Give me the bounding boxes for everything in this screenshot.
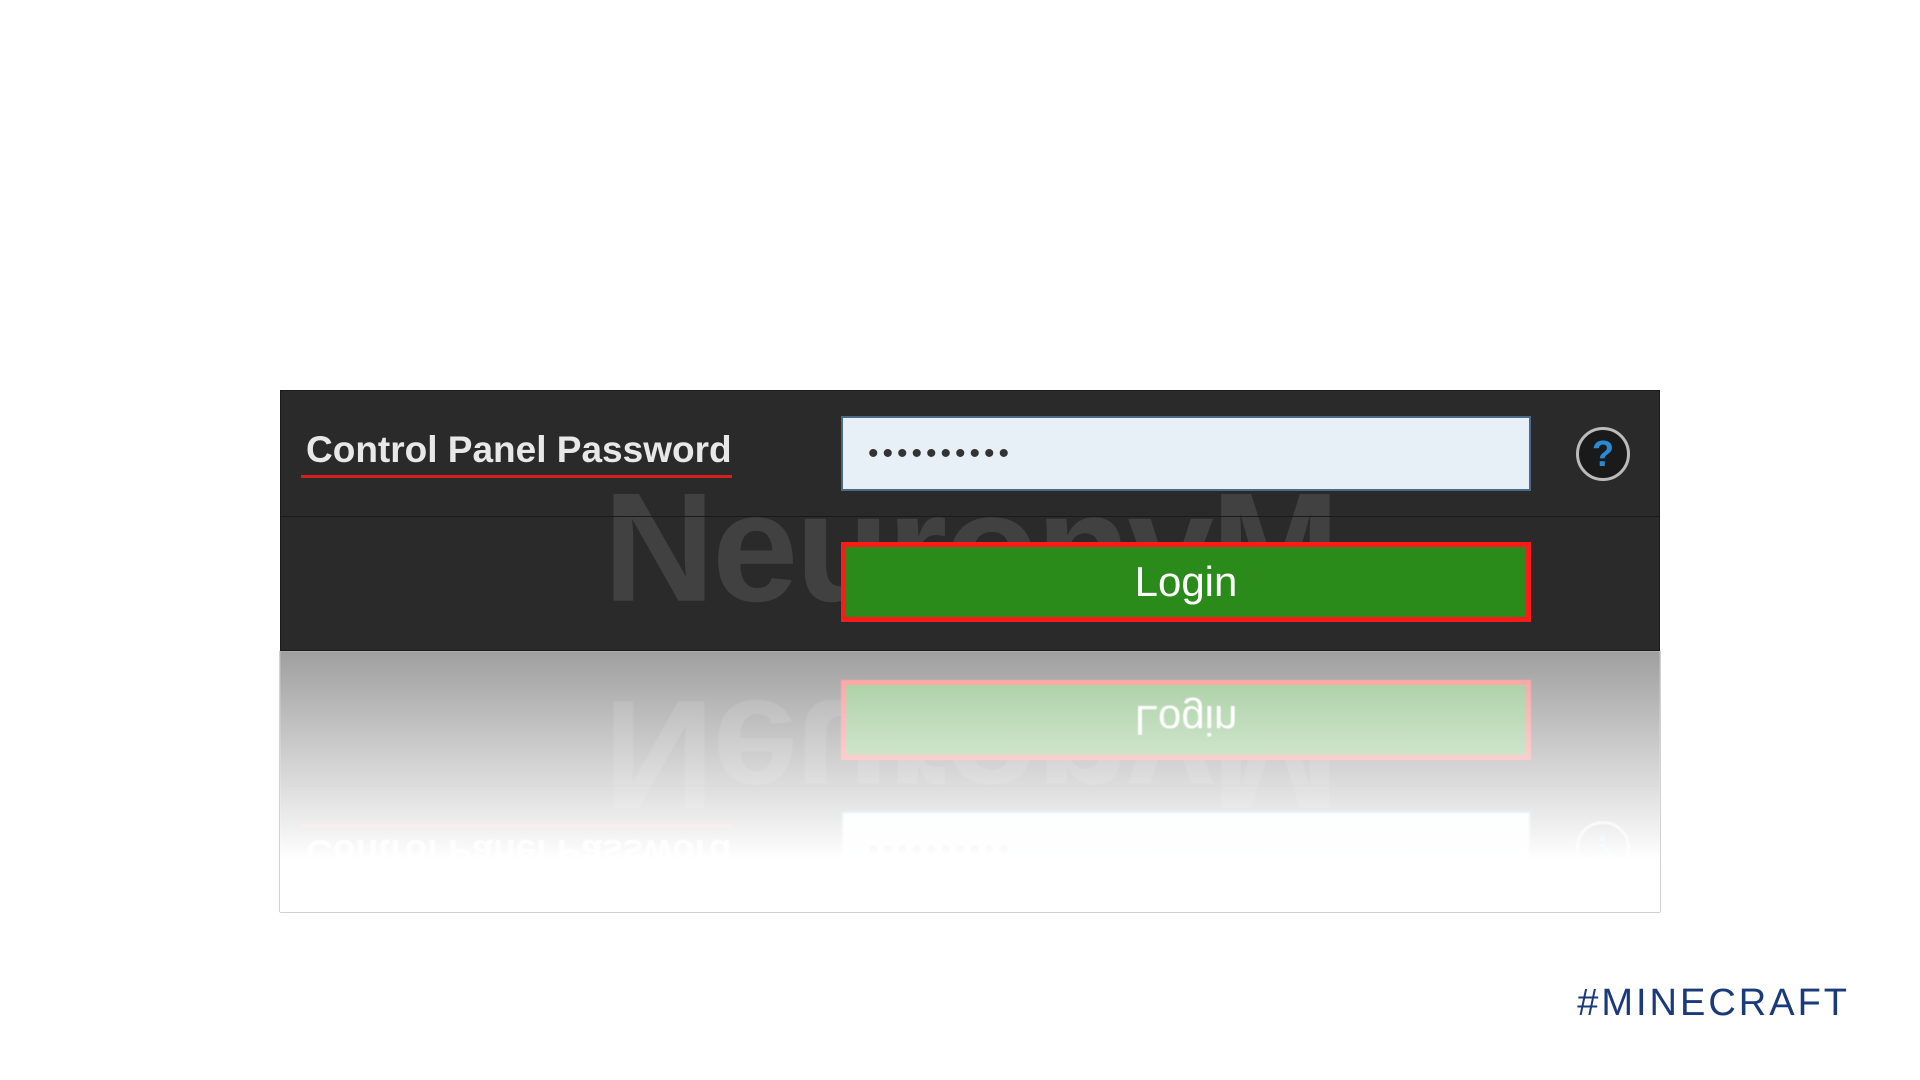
login-panel: NeuronvM Control Panel Password ? Login <box>280 390 1660 651</box>
question-mark-icon: ? <box>1592 436 1614 472</box>
hashtag-text: #MINECRAFT <box>1577 982 1850 1025</box>
login-button-label: Login <box>1135 558 1238 606</box>
help-button[interactable]: ? <box>1576 427 1630 481</box>
password-input[interactable] <box>841 416 1531 491</box>
reflection-effect: NeuronvM Control Panel Password ? Login <box>280 651 1660 912</box>
login-row: Login <box>281 517 1659 650</box>
password-row: Control Panel Password ? <box>281 391 1659 517</box>
login-button[interactable]: Login <box>841 542 1531 622</box>
password-label: Control Panel Password <box>301 429 732 478</box>
login-panel-container: NeuronvM Control Panel Password ? Login … <box>280 390 1660 912</box>
